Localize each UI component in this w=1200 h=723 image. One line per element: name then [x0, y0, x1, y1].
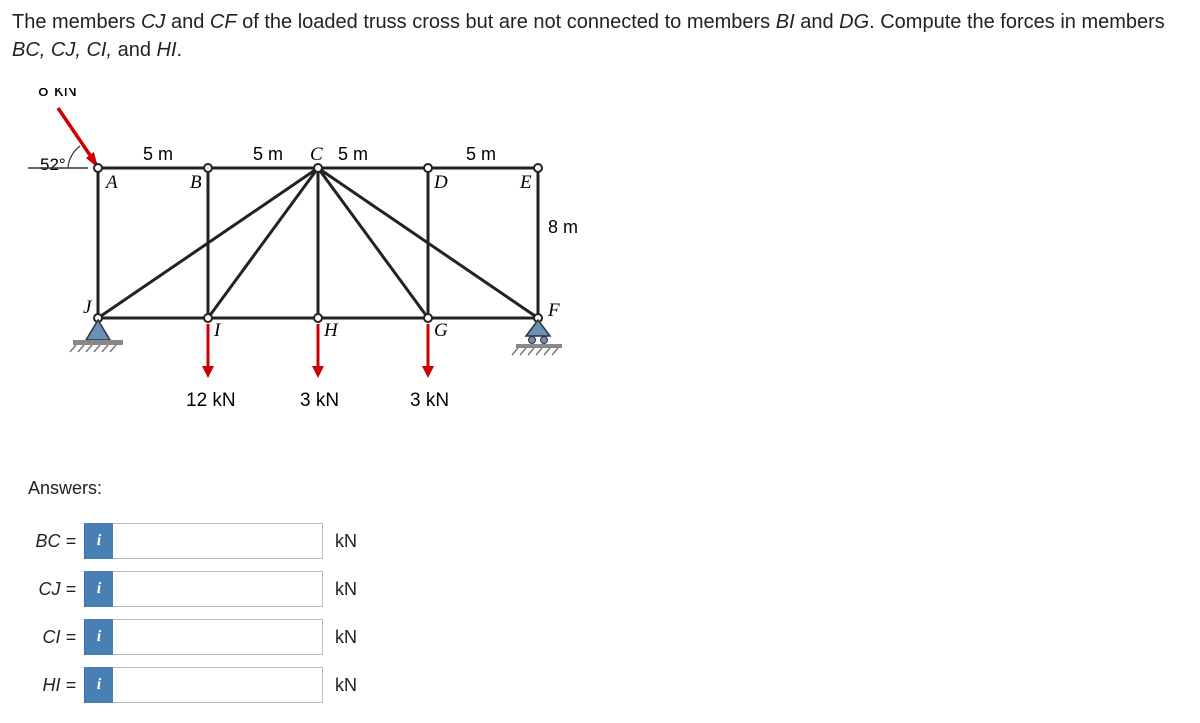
node-label-h: H [323, 320, 339, 341]
load-label-i: 12 kN [186, 390, 236, 411]
unit-ci: kN [335, 627, 357, 648]
height-label: 8 m [548, 217, 578, 237]
node-label-d: D [433, 172, 448, 193]
load-arrow-h [312, 324, 324, 378]
pin-support-j [70, 320, 123, 352]
span-label-4: 5 m [466, 144, 496, 164]
load-arrow-g [422, 324, 434, 378]
unit-hi: kN [335, 675, 357, 696]
answers-section: Answers: BC = i kN CJ = i kN CI = i kN H… [28, 478, 1188, 703]
node-label-a: A [104, 172, 118, 193]
info-icon[interactable]: i [84, 523, 113, 559]
answer-label-ci: CI = [28, 627, 76, 648]
load-arrow-i [202, 324, 214, 378]
cj-input[interactable] [113, 571, 323, 607]
member-ci [208, 168, 318, 318]
info-icon[interactable]: i [84, 571, 113, 607]
node-label-j: J [83, 297, 93, 318]
problem-statement: The members CJ and CF of the loaded trus… [12, 8, 1188, 64]
hi-input[interactable] [113, 667, 323, 703]
answer-label-hi: HI = [28, 675, 76, 696]
node-label-b: B [190, 172, 202, 193]
answer-label-bc: BC = [28, 531, 76, 552]
answer-row-bc: BC = i kN [28, 523, 1188, 559]
node-label-e: E [519, 172, 532, 193]
answers-header: Answers: [28, 478, 1188, 499]
angle-arc [68, 146, 80, 168]
node-label-f: F [547, 300, 560, 321]
span-label-1: 5 m [143, 144, 173, 164]
unit-bc: kN [335, 531, 357, 552]
node-label-c: C [310, 144, 323, 165]
member-cg [318, 168, 428, 318]
answer-label-cj: CJ = [28, 579, 76, 600]
unit-cj: kN [335, 579, 357, 600]
bc-input[interactable] [113, 523, 323, 559]
answer-row-ci: CI = i kN [28, 619, 1188, 655]
info-icon[interactable]: i [84, 619, 113, 655]
load-top-label: 8 kN [38, 88, 77, 101]
roller-support-f [512, 320, 562, 355]
span-label-3: 5 m [338, 144, 368, 164]
answer-row-hi: HI = i kN [28, 667, 1188, 703]
ci-input[interactable] [113, 619, 323, 655]
info-icon[interactable]: i [84, 667, 113, 703]
answer-row-cj: CJ = i kN [28, 571, 1188, 607]
node-label-i: I [213, 320, 222, 341]
span-label-2: 5 m [253, 144, 283, 164]
load-label-g: 3 kN [410, 390, 449, 411]
node-label-g: G [434, 320, 448, 341]
angle-label: 52° [40, 155, 66, 174]
load-label-h: 3 kN [300, 390, 339, 411]
truss-diagram: 8 kN 52° 5 m 5 m 5 m 5 m C A B D E J I H… [28, 88, 1188, 438]
